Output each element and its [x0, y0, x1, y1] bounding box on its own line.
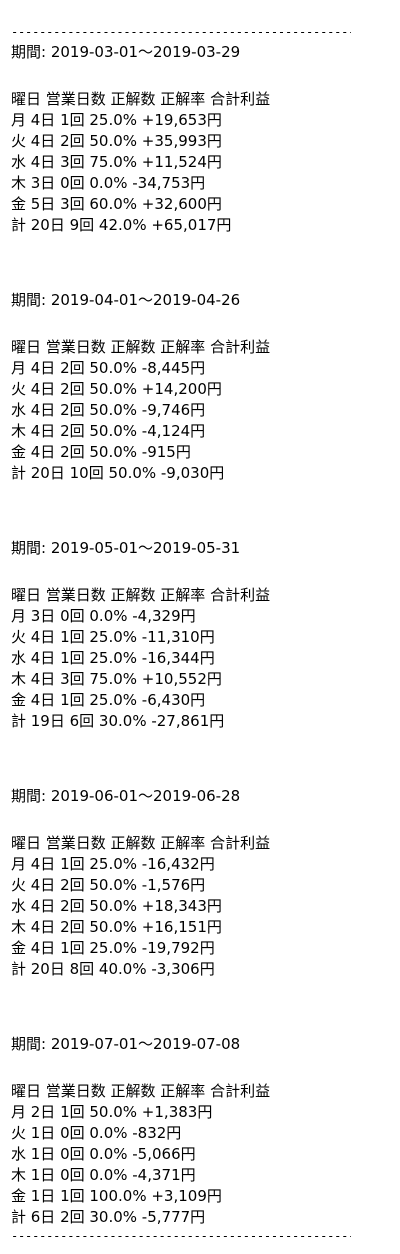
- table-header: 曜日 営業日数 正解数 正解率 合計利益: [11, 338, 271, 356]
- total-row: 計 20日 9回 42.0% +65,017円: [11, 216, 232, 234]
- table-row: 金 4日 1回 25.0% -6,430円: [11, 691, 206, 709]
- period-section: 期間: 2019-03-01〜2019-03-29 曜日 営業日数 正解数 正解…: [11, 40, 400, 236]
- table-row: 月 4日 2回 50.0% -8,445円: [11, 359, 206, 377]
- total-row: 計 20日 8回 40.0% -3,306円: [11, 960, 215, 978]
- table-row: 木 4日 2回 50.0% +16,151円: [11, 918, 222, 936]
- table-row: 金 5日 3回 60.0% +32,600円: [11, 195, 222, 213]
- period-label: 期間: 2019-05-01〜2019-05-31: [11, 539, 241, 557]
- table-row: 水 4日 1回 25.0% -16,344円: [11, 649, 215, 667]
- table-row: 金 1日 1回 100.0% +3,109円: [11, 1187, 222, 1205]
- period-label: 期間: 2019-06-01〜2019-06-28: [11, 787, 241, 805]
- table-row: 火 4日 2回 50.0% +14,200円: [11, 380, 222, 398]
- period-section: 期間: 2019-06-01〜2019-06-28 曜日 営業日数 正解数 正解…: [11, 784, 400, 980]
- period-label: 期間: 2019-03-01〜2019-03-29: [11, 43, 241, 61]
- table-row: 水 4日 3回 75.0% +11,524円: [11, 153, 222, 171]
- table-row: 水 1日 0回 0.0% -5,066円: [11, 1145, 196, 1163]
- total-row: 計 20日 10回 50.0% -9,030円: [11, 464, 225, 482]
- table-row: 木 1日 0回 0.0% -4,371円: [11, 1166, 196, 1184]
- report-page: ----------------------------------------…: [0, 0, 400, 1254]
- top-divider: ----------------------------------------…: [11, 25, 351, 39]
- table-row: 金 4日 1回 25.0% -19,792円: [11, 939, 215, 957]
- table-row: 金 4日 2回 50.0% -915円: [11, 443, 191, 461]
- table-row: 火 1日 0回 0.0% -832円: [11, 1124, 182, 1142]
- period-section: 期間: 2019-07-01〜2019-07-08 曜日 営業日数 正解数 正解…: [11, 1032, 400, 1228]
- table-row: 火 4日 2回 50.0% -1,576円: [11, 876, 206, 894]
- table-row: 木 4日 3回 75.0% +10,552円: [11, 670, 222, 688]
- table-row: 月 3日 0回 0.0% -4,329円: [11, 607, 196, 625]
- table-header: 曜日 営業日数 正解数 正解率 合計利益: [11, 834, 271, 852]
- period-label: 期間: 2019-04-01〜2019-04-26: [11, 291, 241, 309]
- table-row: 火 4日 1回 25.0% -11,310円: [11, 628, 215, 646]
- total-row: 計 6日 2回 30.0% -5,777円: [11, 1208, 206, 1226]
- bottom-divider: ----------------------------------------…: [11, 1229, 351, 1243]
- period-section: 期間: 2019-04-01〜2019-04-26 曜日 営業日数 正解数 正解…: [11, 288, 400, 484]
- table-row: 月 4日 1回 25.0% +19,653円: [11, 111, 222, 129]
- table-header: 曜日 営業日数 正解数 正解率 合計利益: [11, 1082, 271, 1100]
- total-row: 計 19日 6回 30.0% -27,861円: [11, 712, 225, 730]
- table-header: 曜日 営業日数 正解数 正解率 合計利益: [11, 90, 271, 108]
- table-row: 月 2日 1回 50.0% +1,383円: [11, 1103, 213, 1121]
- table-row: 木 4日 2回 50.0% -4,124円: [11, 422, 206, 440]
- table-header: 曜日 営業日数 正解数 正解率 合計利益: [11, 586, 271, 604]
- period-section: 期間: 2019-05-01〜2019-05-31 曜日 営業日数 正解数 正解…: [11, 536, 400, 732]
- table-row: 木 3日 0回 0.0% -34,753円: [11, 174, 206, 192]
- table-row: 水 4日 2回 50.0% -9,746円: [11, 401, 206, 419]
- table-row: 月 4日 1回 25.0% -16,432円: [11, 855, 215, 873]
- table-row: 水 4日 2回 50.0% +18,343円: [11, 897, 222, 915]
- table-row: 火 4日 2回 50.0% +35,993円: [11, 132, 222, 150]
- period-label: 期間: 2019-07-01〜2019-07-08: [11, 1035, 241, 1053]
